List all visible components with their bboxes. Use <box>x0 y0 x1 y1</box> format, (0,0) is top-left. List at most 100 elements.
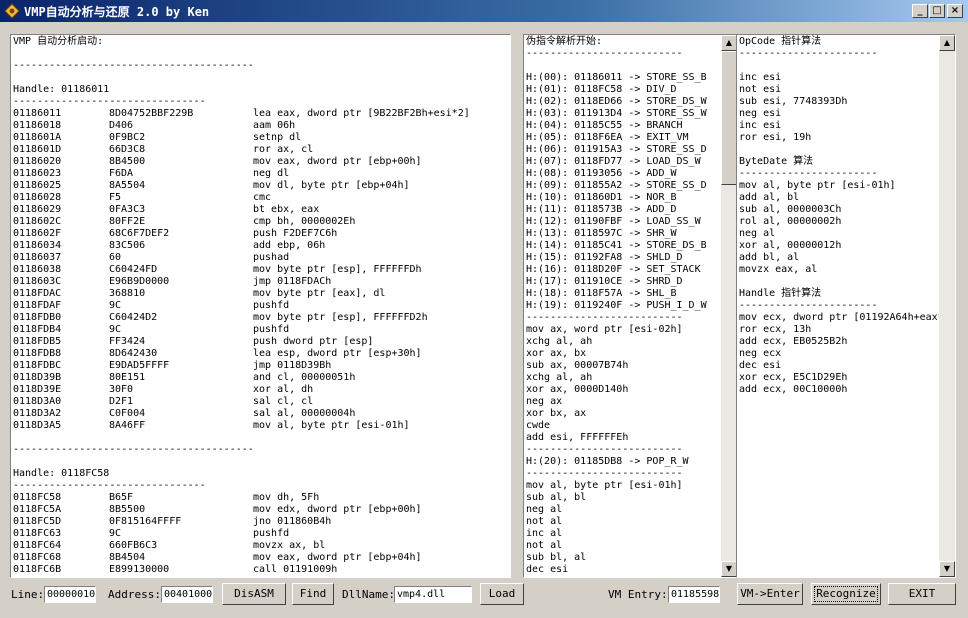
vm-enter-button[interactable]: VM->Enter <box>737 583 803 605</box>
algorithm-line[interactable]: sub esi, 7748393Dh <box>739 96 944 108</box>
pseudo-line[interactable]: xor bx, ax <box>526 408 707 420</box>
pseudo-line[interactable]: -------------------------- <box>526 444 707 456</box>
algorithm-line[interactable] <box>739 60 944 72</box>
algorithm-line[interactable]: mov al, byte ptr [esi-01h] <box>739 180 944 192</box>
pseudo-line[interactable]: H:(16): 0118D20F -> SET_STACK <box>526 264 707 276</box>
pseudo-line[interactable]: mov al, byte ptr [esi-01h] <box>526 480 707 492</box>
scroll-up-icon[interactable]: ▲ <box>721 35 737 51</box>
line-input[interactable]: 00000010 <box>44 586 96 603</box>
algorithm-line[interactable]: add bl, al <box>739 252 944 264</box>
address-input[interactable]: 00401000 <box>161 586 213 603</box>
pseudo-line[interactable]: xor ax, bx <box>526 348 707 360</box>
pseudo-line[interactable]: sub ax, 00007B74h <box>526 360 707 372</box>
algorithm-line[interactable]: neg esi <box>739 108 944 120</box>
disassembly-line[interactable]: ---------------------------------------- <box>13 444 470 456</box>
disassembly-line[interactable]: 0118FC63 9C pushfd <box>13 528 470 540</box>
disasm-button[interactable]: DisASM <box>222 583 286 605</box>
algorithm-line[interactable]: ror esi, 19h <box>739 132 944 144</box>
disassembly-line[interactable]: -------------------------------- <box>13 96 470 108</box>
maximize-button[interactable]: □ <box>929 4 945 18</box>
disassembly-line[interactable]: 0118D3A0 D2F1 sal cl, cl <box>13 396 470 408</box>
pseudo-line[interactable]: mov ax, word ptr [esi-02h] <box>526 324 707 336</box>
pseudo-line[interactable]: H:(02): 0118ED66 -> STORE_DS_W <box>526 96 707 108</box>
disassembly-line[interactable]: 0118FDB8 8D642430 lea esp, dword ptr [esp+… <box>13 348 470 360</box>
algorithm-line[interactable]: ----------------------- <box>739 300 944 312</box>
algorithm-line[interactable] <box>739 276 944 288</box>
disassembly-line[interactable]: 0118603C E96B9D0000 jmp 0118FDACh <box>13 276 470 288</box>
pseudo-instruction-pane[interactable]: 伪指令解析开始: -------------------------- H:(00)… <box>523 34 738 578</box>
disassembly-line[interactable]: 01186029 0FA3C3 bt ebx, eax <box>13 204 470 216</box>
minimize-button[interactable]: _ <box>912 4 928 18</box>
algorithm-line[interactable]: ByteDate 算法 <box>739 156 944 168</box>
pseudo-line[interactable]: H:(03): 011913D4 -> STORE_SS_W <box>526 108 707 120</box>
disassembly-line[interactable]: 0118601A 0F9BC2 setnp dl <box>13 132 470 144</box>
pseudo-line[interactable]: H:(18): 0118F57A -> SHL_B <box>526 288 707 300</box>
pseudo-line[interactable]: dec esi <box>526 564 707 576</box>
recognize-button[interactable]: Recognize <box>811 583 881 605</box>
algorithm-line[interactable]: inc esi <box>739 120 944 132</box>
find-button[interactable]: Find <box>292 583 334 605</box>
disassembly-line[interactable] <box>13 72 470 84</box>
disassembly-line[interactable]: 0118602C 80FF2E cmp bh, 0000002Eh <box>13 216 470 228</box>
disassembly-line[interactable]: 0118FDB5 FF3424 push dword ptr [esp] <box>13 336 470 348</box>
pseudo-line[interactable]: H:(09): 011855A2 -> STORE_SS_D <box>526 180 707 192</box>
title-bar[interactable]: VMP自动分析与还原 2.0 by Ken _ □ × <box>0 0 968 22</box>
disassembly-line[interactable]: 01186025 8A5504 mov dl, byte ptr [ebp+04h] <box>13 180 470 192</box>
pseudo-line[interactable]: sub bl, al <box>526 552 707 564</box>
algorithm-line[interactable]: dec esi <box>739 360 944 372</box>
pseudo-line[interactable]: H:(08): 01193056 -> ADD_W <box>526 168 707 180</box>
pseudo-line[interactable]: H:(20): 01185DB8 -> POP_R_W <box>526 456 707 468</box>
disassembly-line[interactable]: 0118FC5A 8B5500 mov edx, dword ptr [ebp+00… <box>13 504 470 516</box>
pseudo-line[interactable]: H:(06): 011915A3 -> STORE_SS_D <box>526 144 707 156</box>
algorithm-line[interactable]: ror ecx, 13h <box>739 324 944 336</box>
pseudo-line[interactable]: H:(10): 011860D1 -> NOR_B <box>526 192 707 204</box>
load-button[interactable]: Load <box>480 583 524 605</box>
pseudo-line[interactable]: H:(17): 011910CE -> SHRD_D <box>526 276 707 288</box>
scroll-up-icon[interactable]: ▲ <box>939 35 955 51</box>
scroll-down-icon[interactable]: ▼ <box>939 561 955 577</box>
disassembly-line[interactable]: 0118601D 66D3C8 ror ax, cl <box>13 144 470 156</box>
disassembly-line[interactable]: Handle: 01186011 <box>13 84 470 96</box>
algorithm-line[interactable]: OpCode 指针算法 <box>739 36 944 48</box>
pseudo-line[interactable] <box>526 60 707 72</box>
disassembly-line[interactable]: 0118FDB0 C60424D2 mov byte ptr [esp], FFFF… <box>13 312 470 324</box>
pseudo-line[interactable]: -------------------------- <box>526 468 707 480</box>
dllname-input[interactable]: vmp4.dll <box>394 586 472 603</box>
disassembly-line[interactable]: 0118FDBC E9DAD5FFFF jmp 0118D39Bh <box>13 360 470 372</box>
algorithm-line[interactable]: inc esi <box>739 72 944 84</box>
disassembly-line[interactable]: 0118FC6B E899130000 call 01191009h <box>13 564 470 576</box>
algorithm-line[interactable]: neg al <box>739 228 944 240</box>
algorithm-line[interactable]: mov ecx, dword ptr [01192A64h+eax* <box>739 312 944 324</box>
disassembly-line[interactable]: 0118FDB4 9C pushfd <box>13 324 470 336</box>
scroll-thumb[interactable] <box>721 51 737 185</box>
disassembly-line[interactable]: 0118FC64 660FB6C3 movzx ax, bl <box>13 540 470 552</box>
algorithm-line[interactable]: add ecx, EB0525B2h <box>739 336 944 348</box>
disassembly-line[interactable] <box>13 456 470 468</box>
disassembly-line[interactable]: 0118D39B 80E151 and cl, 00000051h <box>13 372 470 384</box>
pseudo-line[interactable]: inc al <box>526 528 707 540</box>
disassembly-line[interactable]: 0118FDAF 9C pushfd <box>13 300 470 312</box>
pseudo-line[interactable]: neg al <box>526 504 707 516</box>
algorithm-line[interactable]: sub al, 0000003Ch <box>739 204 944 216</box>
pseudo-line[interactable]: xchg al, ah <box>526 336 707 348</box>
pseudo-line[interactable]: H:(19): 0119240F -> PUSH_I_D_W <box>526 300 707 312</box>
disassembly-line[interactable]: Handle: 0118FC58 <box>13 468 470 480</box>
disassembly-line[interactable]: 01186038 C60424FD mov byte ptr [esp], FFFF… <box>13 264 470 276</box>
pseudo-line[interactable]: not al <box>526 540 707 552</box>
algorithm-line[interactable]: not esi <box>739 84 944 96</box>
algorithm-line[interactable]: rol al, 00000002h <box>739 216 944 228</box>
algorithm-line[interactable]: xor al, 00000012h <box>739 240 944 252</box>
disassembly-line[interactable]: VMP 自动分析启动: <box>13 36 470 48</box>
pseudo-line[interactable]: H:(14): 01185C41 -> STORE_DS_B <box>526 240 707 252</box>
scroll-down-icon[interactable]: ▼ <box>721 561 737 577</box>
pseudo-line[interactable]: H:(15): 01192FA8 -> SHLD_D <box>526 252 707 264</box>
pseudo-line[interactable]: add esi, FFFFFFEh <box>526 432 707 444</box>
disassembly-line[interactable] <box>13 432 470 444</box>
vm-entry-input[interactable]: 01185598 <box>668 586 720 603</box>
disassembly-line[interactable]: 01186018 D406 aam 06h <box>13 120 470 132</box>
pseudo-line[interactable]: H:(11): 0118573B -> ADD_D <box>526 204 707 216</box>
pseudo-line[interactable]: H:(04): 01185C55 -> BRANCH <box>526 120 707 132</box>
mid-vertical-scrollbar[interactable]: ▲ ▼ <box>721 35 737 577</box>
disassembly-line[interactable]: 01186023 F6DA neg dl <box>13 168 470 180</box>
disassembly-line[interactable]: 0118FDAC 368810 mov byte ptr [eax], dl <box>13 288 470 300</box>
